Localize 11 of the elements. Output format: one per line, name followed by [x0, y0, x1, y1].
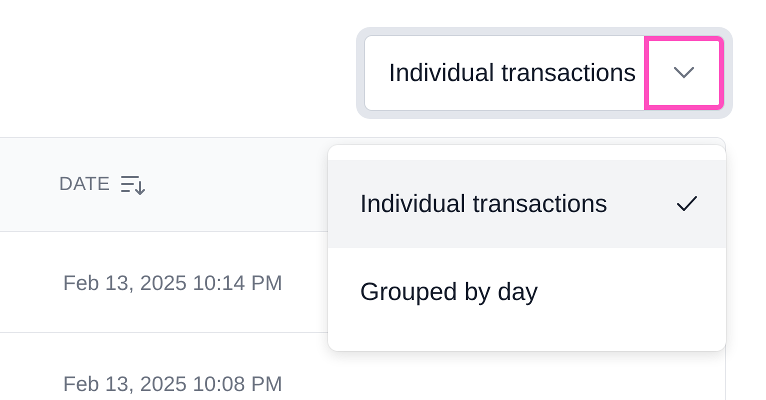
sort-icon[interactable]	[120, 174, 146, 196]
view-select[interactable]: Individual transactions	[364, 35, 725, 111]
table-cell: Feb 13, 2025 10:14 PM	[63, 272, 282, 296]
menu-option[interactable]: Individual transactions	[328, 160, 726, 248]
table-cell: Feb 13, 2025 10:08 PM	[63, 373, 282, 397]
select-value: Individual transactions	[388, 58, 637, 88]
chevron-down-icon	[673, 66, 695, 80]
menu-option[interactable]: Grouped by day	[328, 248, 726, 336]
dropdown-toggle-button[interactable]	[644, 36, 724, 110]
checkmark-icon	[676, 195, 698, 213]
column-header[interactable]: DATE	[59, 174, 110, 196]
